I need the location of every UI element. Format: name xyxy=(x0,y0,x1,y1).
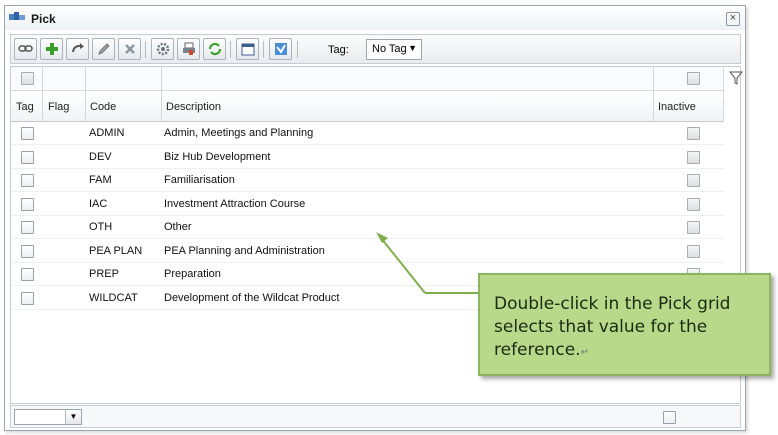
edit-button[interactable] xyxy=(92,38,115,60)
grid-filter-row xyxy=(11,67,724,91)
refresh-icon xyxy=(208,42,221,56)
column-divider xyxy=(723,67,724,122)
code-cell: PREP xyxy=(89,268,119,280)
link-button[interactable] xyxy=(14,38,37,60)
description-cell: Biz Hub Development xyxy=(164,150,271,163)
inactive-checkbox[interactable] xyxy=(687,127,700,140)
tag-checkbox[interactable] xyxy=(21,150,34,164)
column-divider xyxy=(85,67,86,122)
chevron-down-icon: ▼ xyxy=(65,410,81,424)
table-row[interactable]: PEA PLAN PEA Planning and Administration xyxy=(11,240,724,263)
tag-checkbox[interactable] xyxy=(21,127,34,140)
filter-icon[interactable] xyxy=(729,71,743,85)
filter-pick-button[interactable] xyxy=(269,38,292,60)
toolbar-separator xyxy=(297,41,298,58)
toolbar: Tag: No Tag ▼ xyxy=(10,34,741,64)
toolbar-separator xyxy=(230,41,231,58)
toolbar-separator xyxy=(145,41,146,58)
table-row[interactable]: DEV Biz Hub Development xyxy=(11,146,724,169)
tag-select[interactable]: No Tag ▼ xyxy=(366,39,422,60)
tag-checkbox[interactable] xyxy=(21,197,34,211)
refresh-button[interactable] xyxy=(203,38,226,60)
description-cell: Other xyxy=(164,221,192,233)
settings-button[interactable] xyxy=(151,38,174,60)
close-button[interactable]: × xyxy=(726,12,740,26)
redo-button[interactable] xyxy=(66,38,89,60)
delete-button[interactable] xyxy=(118,38,141,60)
description-cell: Development of the Wildcat Product xyxy=(164,291,340,304)
inactive-checkbox[interactable] xyxy=(687,197,700,211)
code-cell: DEV xyxy=(89,150,112,163)
table-row[interactable]: OTH Other xyxy=(11,216,724,239)
code-cell: PEA PLAN xyxy=(89,244,143,257)
title-bar: Pick × xyxy=(5,6,745,30)
description-cell: Preparation xyxy=(164,268,221,280)
tag-label: Tag: xyxy=(328,44,349,56)
table-row[interactable]: FAM Familiarisation xyxy=(11,169,724,192)
inactive-checkbox[interactable] xyxy=(687,221,700,234)
dropdown-arrow-icon: ▼ xyxy=(408,43,417,53)
code-cell: WILDCAT xyxy=(89,291,138,304)
tag-select-value: No Tag xyxy=(372,43,407,55)
column-header-code[interactable]: Code xyxy=(90,101,116,113)
grid-header-row: Tag Flag Code Description Inactive xyxy=(11,91,724,122)
page-select[interactable]: ▼ xyxy=(14,409,82,425)
calendar-button[interactable] xyxy=(236,38,259,60)
filter-pick-icon xyxy=(274,43,287,55)
delete-icon xyxy=(124,44,135,54)
footer-checkbox[interactable] xyxy=(663,411,676,424)
code-cell: ADMIN xyxy=(89,127,125,139)
code-cell: IAC xyxy=(89,197,108,210)
description-cell: Admin, Meetings and Planning xyxy=(164,127,314,139)
column-header-inactive[interactable]: Inactive xyxy=(658,101,696,113)
tag-checkbox[interactable] xyxy=(21,268,34,281)
table-row[interactable]: ADMIN Admin, Meetings and Planning xyxy=(11,122,724,145)
tag-checkbox[interactable] xyxy=(21,291,34,305)
description-cell: Investment Attraction Course xyxy=(164,197,306,210)
add-button[interactable] xyxy=(40,38,63,60)
column-header-description[interactable]: Description xyxy=(166,101,221,113)
print-icon xyxy=(182,42,195,55)
link-icon xyxy=(18,45,33,52)
print-button[interactable] xyxy=(177,38,200,60)
edit-icon xyxy=(97,43,110,55)
settings-icon xyxy=(156,42,169,56)
description-cell: PEA Planning and Administration xyxy=(164,244,325,257)
return-mark-icon: ↵ xyxy=(580,347,589,358)
column-header-flag[interactable]: Flag xyxy=(48,101,69,113)
pick-window-icon xyxy=(9,12,25,20)
tooltip-callout: Double-click in the Pick grid selects th… xyxy=(478,273,771,376)
grid-footer: ▼ xyxy=(10,405,741,428)
close-icon: × xyxy=(729,12,737,24)
code-cell: FAM xyxy=(89,174,112,186)
column-divider xyxy=(653,67,654,122)
column-header-tag[interactable]: Tag xyxy=(16,101,34,113)
redo-icon xyxy=(71,43,84,53)
tag-filter-checkbox[interactable] xyxy=(21,72,34,85)
tag-checkbox[interactable] xyxy=(21,221,34,234)
code-cell: OTH xyxy=(89,221,113,233)
description-cell: Familiarisation xyxy=(164,174,235,186)
tag-checkbox[interactable] xyxy=(21,244,34,258)
add-icon xyxy=(45,43,58,55)
window-title: Pick xyxy=(31,12,56,26)
inactive-checkbox[interactable] xyxy=(687,150,700,164)
table-row[interactable]: IAC Investment Attraction Course xyxy=(11,193,724,216)
inactive-filter-checkbox[interactable] xyxy=(687,72,700,85)
tag-checkbox[interactable] xyxy=(21,174,34,187)
toolbar-separator xyxy=(263,41,264,58)
column-divider xyxy=(161,67,162,122)
calendar-icon xyxy=(241,43,254,56)
column-divider xyxy=(42,67,43,122)
callout-text: Double-click in the Pick grid selects th… xyxy=(494,294,731,360)
inactive-checkbox[interactable] xyxy=(687,244,700,258)
inactive-checkbox[interactable] xyxy=(687,174,700,187)
